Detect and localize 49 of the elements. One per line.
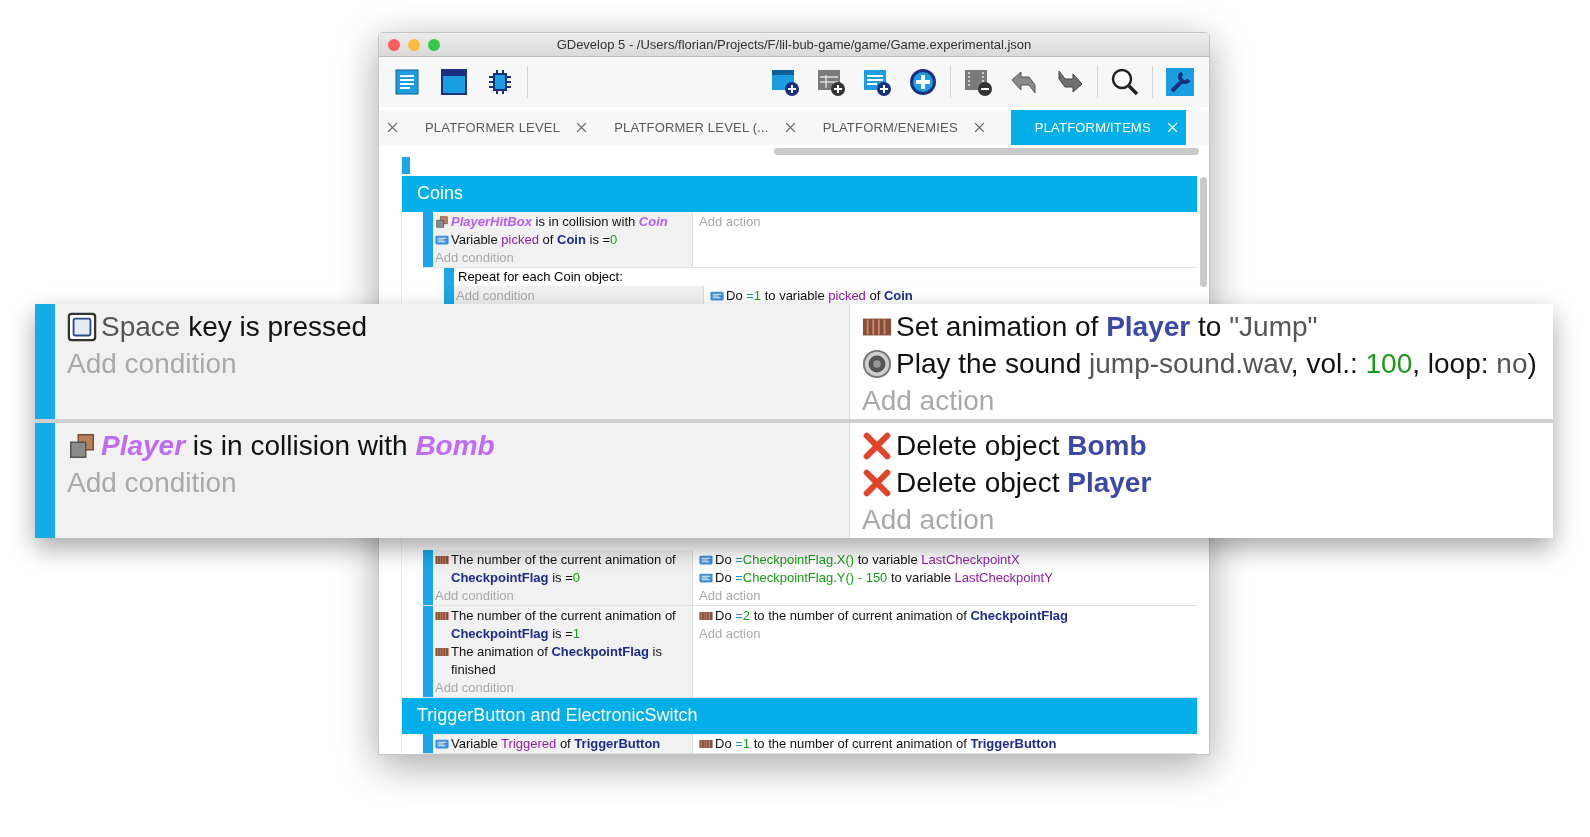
search-icon[interactable] <box>1110 67 1140 97</box>
variable-icon <box>435 737 449 751</box>
close-icon[interactable] <box>576 122 588 133</box>
action-text[interactable]: Delete object Bomb <box>896 427 1147 464</box>
condition-text[interactable]: Space key is pressed <box>101 308 368 345</box>
condition-text[interactable]: Player is in collision with Bomb <box>101 427 495 464</box>
action-text[interactable]: Play the sound jump-sound.wav, vol.: 100, loop: no) <box>896 345 1537 382</box>
condition-text[interactable]: The number of the current animation of CheckpointFlag is =1 <box>451 606 688 643</box>
collision-icon <box>435 214 449 229</box>
event-bar <box>402 157 410 174</box>
collision-icon <box>67 431 97 461</box>
action-text[interactable]: Do =CheckpointFlag.Y() - 150 to variable LastCheckpointY <box>715 568 1053 587</box>
film-strip-icon <box>699 737 713 751</box>
event-bar <box>423 211 433 267</box>
condition-text[interactable]: Variable picked of Coin is =0 <box>451 230 618 249</box>
action-text[interactable]: Do =2 to the number of current animation of CheckpointFlag <box>715 606 1068 625</box>
plus-circle-icon[interactable] <box>908 67 938 97</box>
window-icon[interactable] <box>439 67 469 97</box>
add-window-icon[interactable] <box>770 67 800 97</box>
event-bar <box>423 734 433 753</box>
event-bar <box>444 267 454 305</box>
delete-icon <box>862 468 892 498</box>
speaker-icon <box>862 349 892 379</box>
tab[interactable]: PLATFORM/ENEMIES <box>803 110 993 145</box>
condition-text[interactable]: PlayerHitBox is in collision with Coin <box>451 212 668 231</box>
close-icon[interactable] <box>784 122 796 133</box>
close-icon[interactable] <box>387 122 398 133</box>
action-text[interactable]: Set animation of Player to "Jump" <box>896 308 1318 345</box>
scrollbar[interactable] <box>1199 177 1207 287</box>
scrollbar[interactable] <box>774 147 1199 155</box>
delete-icon <box>862 431 892 461</box>
wrench-icon[interactable] <box>1165 67 1195 97</box>
close-icon[interactable] <box>973 122 985 133</box>
action-text[interactable]: Do =1 to variable picked of Coin <box>726 286 913 305</box>
condition-text[interactable]: The animation of CheckpointFlag is finished <box>451 642 688 679</box>
tab[interactable]: PLATFORMER LEVEL <box>406 110 596 145</box>
condition-text[interactable]: The number of the current animation of CheckpointFlag is =0 <box>451 550 688 587</box>
group-title: TriggerButton and ElectronicSwitch <box>417 705 698 727</box>
action-text[interactable]: Delete object Player <box>896 464 1152 501</box>
action-text[interactable]: Do =CheckpointFlag.X() to variable LastCheckpointX <box>715 550 1020 569</box>
keyboard-key-icon <box>67 312 97 342</box>
group-title: Coins <box>417 183 464 205</box>
add-list-icon[interactable] <box>862 67 892 97</box>
action-text[interactable]: Do =1 to the number of current animation of TriggerButton <box>715 735 1057 753</box>
condition-text[interactable]: Variable Triggered of TriggerButton <box>451 735 661 753</box>
tab[interactable]: PLATFORMER LEVEL (... <box>595 110 804 145</box>
film-minus-icon[interactable] <box>963 67 993 97</box>
window-title: GDevelop 5 - /Users/florian/Projects/F/lil-bub-game/game/Game.experimental.json <box>556 37 1032 52</box>
add-table-icon[interactable] <box>816 67 846 97</box>
